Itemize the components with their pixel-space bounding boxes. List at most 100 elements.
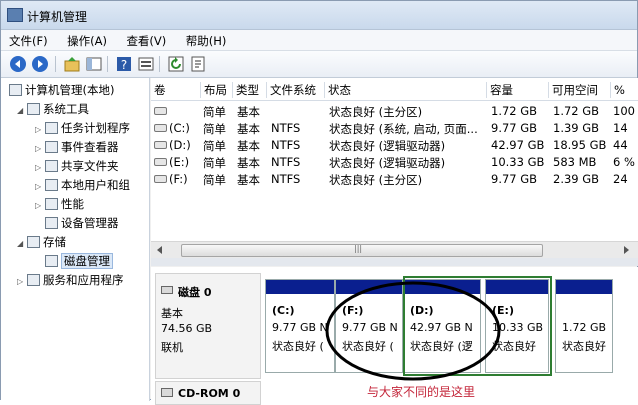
volume-icon	[154, 107, 167, 115]
computer-management-window: 计算机管理 文件(F) 操作(A) 查看(V) 帮助(H) ? 计算机管理(本地…	[0, 0, 638, 405]
toolbar-separator	[55, 56, 56, 72]
volume-icon	[154, 175, 167, 183]
arrow-right-icon[interactable]	[31, 55, 49, 73]
volume-row[interactable]: (F:) 简单 基本 NTFS 状态良好 (主分区) 9.77 GB 2.39 GB 24	[151, 170, 638, 187]
users-icon	[45, 179, 58, 191]
highlight-ellipse	[325, 281, 501, 381]
horizontal-scrollbar[interactable]: |||	[151, 241, 638, 258]
tree-item-storage[interactable]: ◢ 存储	[17, 234, 66, 252]
collapse-icon[interactable]: ◢	[17, 239, 25, 248]
window-title: 计算机管理	[27, 10, 88, 24]
export-icon[interactable]	[189, 55, 207, 73]
performance-icon	[45, 198, 58, 210]
console-tree-icon[interactable]	[85, 55, 103, 73]
tree-root[interactable]: 计算机管理(本地)	[9, 82, 114, 100]
col-volume[interactable]: 卷	[151, 82, 201, 98]
menu-action[interactable]: 操作(A)	[59, 30, 115, 52]
volume-row[interactable]: (E:) 简单 基本 NTFS 状态良好 (逻辑驱动器) 10.33 GB 583 MB 6 …	[151, 153, 638, 170]
disk-icon	[45, 255, 58, 267]
cell-layout: 简单	[203, 122, 226, 136]
tree-item-disk-management[interactable]: 磁盘管理	[45, 253, 113, 271]
tree-item-task-scheduler[interactable]: ▷ 任务计划程序	[35, 120, 130, 138]
menu-help[interactable]: 帮助(H)	[178, 30, 235, 52]
cell-vol: (C:)	[169, 121, 190, 135]
disk-map: 磁盘 0 基本 74.56 GB 联机 (C:) 9.77 GB N 状态良好 ( …	[151, 267, 638, 405]
toolbar-separator	[159, 56, 160, 72]
col-filesystem[interactable]: 文件系统	[267, 82, 325, 98]
services-icon	[27, 274, 40, 286]
volume-row[interactable]: (C:) 简单 基本 NTFS 状态良好 (系统, 启动, 页面... 9.77 GB 1.…	[151, 119, 638, 136]
col-capacity[interactable]: 容量	[487, 82, 549, 98]
expand-icon[interactable]: ▷	[35, 125, 43, 134]
cell-vol: (D:)	[169, 138, 191, 152]
folder-up-icon[interactable]	[63, 55, 81, 73]
cell-fs: NTFS	[271, 155, 301, 169]
col-percent[interactable]: %	[611, 82, 638, 98]
expand-icon[interactable]: ▷	[35, 182, 43, 191]
computer-management-icon	[7, 8, 23, 22]
expand-icon[interactable]: ▷	[35, 201, 43, 210]
scroll-right-icon[interactable]	[624, 246, 629, 254]
tree-item-shared-folders[interactable]: ▷ 共享文件夹	[35, 158, 119, 176]
device-manager-icon	[45, 217, 58, 229]
expand-icon[interactable]: ▷	[35, 163, 43, 172]
scroll-thumb[interactable]: |||	[181, 244, 543, 257]
clock-icon	[45, 122, 58, 134]
arrow-left-icon[interactable]	[9, 55, 27, 73]
col-type[interactable]: 类型	[233, 82, 267, 98]
cell-layout: 简单	[203, 156, 226, 170]
title-bar: 计算机管理	[1, 1, 637, 30]
cell-type: 基本	[237, 156, 260, 170]
cell-pct: 100	[613, 104, 635, 118]
scroll-left-icon[interactable]	[157, 246, 162, 254]
cell-status: 状态良好 (主分区)	[329, 173, 423, 187]
cell-free: 583 MB	[553, 155, 597, 169]
tools-icon	[27, 103, 40, 115]
tree-item-event-viewer[interactable]: ▷ 事件查看器	[35, 139, 119, 157]
tree-item-local-users[interactable]: ▷ 本地用户和组	[35, 177, 130, 195]
menu-view[interactable]: 查看(V)	[118, 30, 174, 52]
tree-item-services-apps[interactable]: ▷ 服务和应用程序	[17, 272, 124, 290]
cell-fs: NTFS	[271, 172, 301, 186]
col-layout[interactable]: 布局	[201, 82, 233, 98]
cell-cap: 10.33 GB	[491, 155, 545, 169]
tree-item-system-tools[interactable]: ◢ 系统工具	[17, 101, 89, 119]
cell-free: 2.39 GB	[553, 172, 600, 186]
tree-item-performance[interactable]: ▷ 性能	[35, 196, 84, 214]
menu-file[interactable]: 文件(F)	[1, 30, 56, 52]
cell-layout: 简单	[203, 105, 226, 119]
cell-cap: 42.97 GB	[491, 138, 545, 152]
volume-icon	[154, 158, 167, 166]
cell-layout: 简单	[203, 139, 226, 153]
event-log-icon	[45, 141, 58, 153]
refresh-icon[interactable]	[167, 55, 185, 73]
help-icon[interactable]: ?	[115, 55, 133, 73]
properties-icon[interactable]	[137, 55, 155, 73]
cell-type: 基本	[237, 105, 260, 119]
tree-item-device-manager[interactable]: 设备管理器	[45, 215, 119, 233]
col-free[interactable]: 可用空间	[549, 82, 611, 98]
cell-status: 状态良好 (逻辑驱动器)	[329, 156, 446, 170]
cell-free: 1.39 GB	[553, 121, 600, 135]
cell-fs: NTFS	[271, 138, 301, 152]
cell-pct: 24	[613, 172, 628, 186]
volume-row[interactable]: 简单 基本 状态良好 (主分区) 1.72 GB 1.72 GB 100	[151, 102, 638, 119]
cell-status: 状态良好 (逻辑驱动器)	[329, 139, 446, 153]
volume-list-header: 卷 布局 类型 文件系统 状态 容量 可用空间 %	[151, 82, 638, 101]
collapse-icon[interactable]: ◢	[17, 106, 25, 115]
menu-bar: 文件(F) 操作(A) 查看(V) 帮助(H)	[1, 30, 637, 51]
cell-cap: 9.77 GB	[491, 121, 538, 135]
expand-icon[interactable]: ▷	[35, 144, 43, 153]
cell-fs: NTFS	[271, 121, 301, 135]
expand-icon[interactable]: ▷	[17, 277, 25, 286]
annotation-text: 与大家不同的是这里	[367, 385, 476, 399]
cell-pct: 14	[613, 121, 628, 135]
pane-splitter[interactable]	[151, 258, 638, 266]
col-status[interactable]: 状态	[325, 82, 487, 98]
computer-icon	[9, 84, 22, 96]
cell-status: 状态良好 (系统, 启动, 页面...	[329, 122, 478, 136]
cell-free: 1.72 GB	[553, 104, 600, 118]
cell-type: 基本	[237, 122, 260, 136]
cell-vol: (E:)	[169, 155, 190, 169]
volume-row[interactable]: (D:) 简单 基本 NTFS 状态良好 (逻辑驱动器) 42.97 GB 18.95 GB…	[151, 136, 638, 153]
